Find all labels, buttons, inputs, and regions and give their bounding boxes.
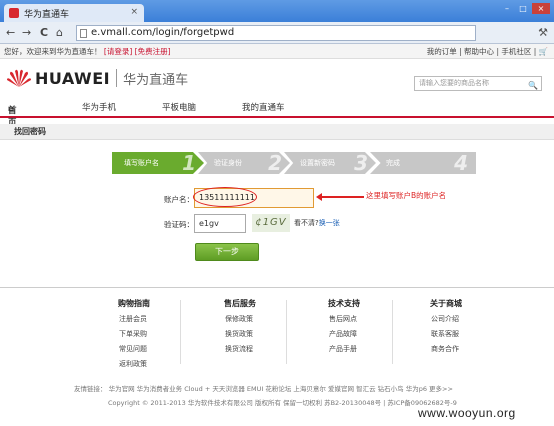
footer-link[interactable]: 公司介绍 — [431, 314, 462, 324]
progress-steps: 填写账户名 1 验证身份 2 设置新密码 3 完成 4 — [112, 152, 476, 174]
footer-link[interactable]: 返利政策 — [119, 359, 150, 369]
brand-name: HUAWEI — [35, 68, 111, 88]
footer-column-title: 技术支持 — [328, 299, 360, 308]
page-title: 找回密码 — [0, 124, 554, 140]
address-bar[interactable]: e.vmall.com/login/forgetpwd — [76, 25, 476, 41]
footer-column: 购物指南注册会员下单采购常见问题返利政策 — [118, 298, 150, 374]
footer-link[interactable]: 换货流程 — [225, 344, 256, 354]
next-button[interactable]: 下一步 — [195, 243, 259, 261]
step-2: 验证身份 2 — [198, 152, 290, 174]
nav-phone[interactable]: 华为手机 — [82, 101, 116, 113]
browser-titlebar: 华为直通车 × – □ × — [0, 0, 554, 22]
annotation-arrow — [318, 196, 364, 198]
tab-title: 华为直通车 — [24, 10, 70, 20]
address-url: e.vmall.com/login/forgetpwd — [91, 27, 235, 38]
huawei-logo-icon — [7, 69, 31, 87]
step-label: 设置新密码 — [300, 159, 335, 167]
footer-column-title: 关于商城 — [430, 299, 462, 308]
footer-separator — [180, 300, 181, 364]
logo-divider — [116, 69, 118, 87]
footer-link[interactable]: 换货政策 — [225, 329, 256, 339]
welcome-text: 您好，欢迎来到华为直通车！ — [4, 47, 102, 56]
friend-links[interactable]: 友情链接： 华为官网 华为消费者业务 Cloud + 天天浏览器 EMUI 花粉… — [74, 383, 453, 393]
search-placeholder: 请输入您要的商品名称 — [419, 79, 489, 87]
highlight-oval — [193, 187, 257, 207]
step-label: 验证身份 — [214, 159, 242, 167]
footer-link[interactable]: 联系客服 — [431, 329, 462, 339]
main-nav: ⌂ 首页 华为手机 平板电脑 我的直通车 — [0, 98, 554, 128]
tab-close-icon[interactable]: × — [130, 7, 138, 17]
topbar-links[interactable]: 我的订单 | 帮助中心 | 手机社区 | 🛒 — [427, 44, 548, 59]
watermark: www.wooyun.org — [418, 406, 516, 420]
footer-column: 售后服务保修政策换货政策换货流程 — [224, 298, 256, 359]
maximize-button[interactable]: □ — [516, 3, 530, 14]
footer-link[interactable]: 商务合作 — [431, 344, 462, 354]
captcha-hint-text: 看不清? — [294, 219, 319, 227]
footer-column: 技术支持售后网点产品故障产品手册 — [328, 298, 360, 359]
window-close-button[interactable]: × — [532, 3, 550, 14]
account-label: 账户名： — [164, 195, 194, 204]
search-icon[interactable]: 🔍 — [528, 79, 538, 92]
minimize-button[interactable]: – — [500, 3, 514, 14]
captcha-image[interactable]: ¢1GV — [252, 214, 290, 232]
nav-mine[interactable]: 我的直通车 — [242, 101, 285, 113]
home-button[interactable]: ⌂ — [56, 26, 63, 40]
footer-link[interactable]: 保修政策 — [225, 314, 256, 324]
back-button[interactable]: ← — [6, 26, 15, 40]
footer-link[interactable]: 售后网点 — [329, 314, 360, 324]
topbar-left: 您好，欢迎来到华为直通车！ [请登录] [免费注册] — [4, 44, 171, 59]
captcha-input[interactable]: e1gv — [194, 214, 246, 233]
step-label: 完成 — [386, 159, 400, 167]
brand-sub: 华为直通车 — [123, 72, 189, 88]
footer-link[interactable]: 常见问题 — [119, 344, 150, 354]
annotation-text: 这里填写账户B的账户名 — [366, 191, 447, 200]
footer-link[interactable]: 产品故障 — [329, 329, 360, 339]
footer-separator — [286, 300, 287, 364]
step-number: 4 — [454, 151, 468, 175]
footer-divider — [0, 287, 554, 288]
step-1: 填写账户名 1 — [112, 152, 204, 174]
step-4: 完成 4 — [370, 152, 476, 174]
footer-column-title: 购物指南 — [118, 299, 150, 308]
step-number: 1 — [182, 151, 196, 175]
wrench-menu-icon[interactable]: ⚒ — [538, 26, 548, 39]
footer-link[interactable]: 下单采购 — [119, 329, 150, 339]
step-label: 填写账户名 — [124, 159, 159, 167]
browser-tab[interactable]: 华为直通车 × — [4, 4, 144, 22]
copyright: Copyright © 2011-2013 华为软件技术有限公司 版权所有 保留… — [108, 399, 457, 407]
captcha-hint: 看不清?换一张 — [294, 218, 340, 228]
page-icon — [80, 29, 87, 38]
step-number: 3 — [354, 151, 368, 175]
footer-separator — [392, 300, 393, 364]
favicon-icon — [9, 8, 19, 18]
forward-button[interactable]: → — [22, 26, 31, 40]
login-link[interactable]: [请登录] — [104, 47, 132, 56]
window-controls: – □ × — [500, 3, 550, 14]
browser-toolbar: ← → C ⌂ e.vmall.com/login/forgetpwd ⚒ — [0, 22, 554, 44]
register-link[interactable]: [免费注册] — [135, 47, 171, 56]
site-topbar: 您好，欢迎来到华为直通车！ [请登录] [免费注册] 我的订单 | 帮助中心 |… — [0, 44, 554, 59]
step-3: 设置新密码 3 — [284, 152, 376, 174]
step-number: 2 — [268, 151, 282, 175]
site-logo[interactable]: HUAWEI 华为直通车 — [6, 68, 188, 88]
footer-column-title: 售后服务 — [224, 299, 256, 308]
footer-link[interactable]: 产品手册 — [329, 344, 360, 354]
search-input[interactable]: 请输入您要的商品名称 🔍 — [414, 76, 542, 91]
footer-link[interactable]: 注册会员 — [119, 314, 150, 324]
footer-column: 关于商城公司介绍联系客服商务合作 — [430, 298, 462, 359]
reload-button[interactable]: C — [40, 26, 48, 40]
captcha-label: 验证码： — [164, 220, 194, 229]
captcha-refresh-link[interactable]: 换一张 — [319, 219, 340, 227]
nav-tablet[interactable]: 平板电脑 — [162, 101, 196, 113]
